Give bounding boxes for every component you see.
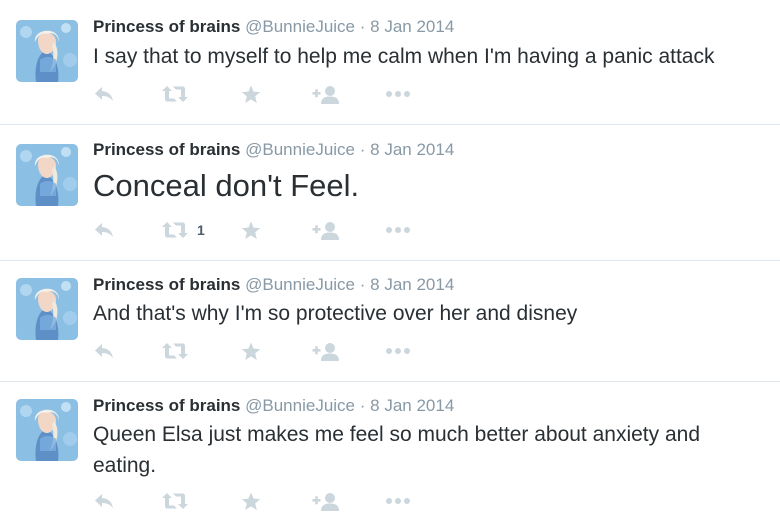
- retweet-count: 1: [197, 222, 205, 238]
- more-button[interactable]: [385, 81, 411, 107]
- tweet-text: Queen Elsa just makes me feel so much be…: [93, 423, 701, 477]
- reply-button[interactable]: [93, 217, 115, 243]
- follow-button[interactable]: [312, 488, 340, 514]
- follow-button[interactable]: [312, 81, 340, 107]
- more-icon: [385, 496, 411, 506]
- reply-icon: [93, 85, 115, 103]
- star-icon: [241, 85, 261, 104]
- tweet-header: Princess of brains @BunnieJuice · 8 Jan …: [93, 395, 454, 417]
- tweet-text: Conceal don't Feel.: [93, 168, 360, 203]
- star-icon: [241, 342, 261, 361]
- tweet[interactable]: Princess of brains @BunnieJuice · 8 Jan …: [0, 381, 780, 528]
- retweet-icon: [161, 221, 189, 239]
- retweet-icon: [161, 342, 189, 360]
- username[interactable]: @BunnieJuice: [245, 396, 355, 415]
- display-name[interactable]: Princess of brains: [93, 396, 240, 415]
- timestamp[interactable]: 8 Jan 2014: [370, 275, 454, 294]
- follow-icon: [312, 221, 340, 240]
- favorite-button[interactable]: [241, 81, 261, 107]
- separator: ·: [359, 17, 366, 36]
- follow-icon: [312, 342, 340, 361]
- avatar[interactable]: [16, 144, 78, 206]
- reply-icon: [93, 342, 115, 360]
- separator: ·: [359, 275, 366, 294]
- timestamp[interactable]: 8 Jan 2014: [370, 396, 454, 415]
- more-icon: [385, 89, 411, 99]
- more-icon: [385, 225, 411, 235]
- follow-button[interactable]: [312, 338, 340, 364]
- more-button[interactable]: [385, 338, 411, 364]
- avatar[interactable]: [16, 278, 78, 340]
- tweet[interactable]: Princess of brains @BunnieJuice · 8 Jan …: [0, 0, 780, 124]
- retweet-icon: [161, 85, 189, 103]
- follow-icon: [312, 85, 340, 104]
- reply-icon: [93, 221, 115, 239]
- tweet-header: Princess of brains @BunnieJuice · 8 Jan …: [93, 16, 454, 38]
- username[interactable]: @BunnieJuice: [245, 275, 355, 294]
- more-button[interactable]: [385, 217, 411, 243]
- favorite-button[interactable]: [241, 488, 261, 514]
- reply-button[interactable]: [93, 488, 115, 514]
- tweet[interactable]: Princess of brains @BunnieJuice · 8 Jan …: [0, 260, 780, 381]
- tweet[interactable]: Princess of brains @BunnieJuice · 8 Jan …: [0, 124, 780, 260]
- reply-icon: [93, 492, 115, 510]
- display-name[interactable]: Princess of brains: [93, 275, 240, 294]
- retweet-button[interactable]: [161, 488, 197, 514]
- timestamp[interactable]: 8 Jan 2014: [370, 17, 454, 36]
- avatar[interactable]: [16, 399, 78, 461]
- retweet-icon: [161, 492, 189, 510]
- display-name[interactable]: Princess of brains: [93, 17, 240, 36]
- separator: ·: [359, 396, 366, 415]
- retweet-button[interactable]: [161, 81, 197, 107]
- star-icon: [241, 221, 261, 240]
- favorite-button[interactable]: [241, 217, 261, 243]
- retweet-button[interactable]: [161, 338, 197, 364]
- favorite-button[interactable]: [241, 338, 261, 364]
- tweet-header: Princess of brains @BunnieJuice · 8 Jan …: [93, 139, 454, 161]
- more-button[interactable]: [385, 488, 411, 514]
- tweet-text: And that's why I'm so protective over he…: [93, 302, 578, 325]
- avatar[interactable]: [16, 20, 78, 82]
- retweet-button[interactable]: 1: [161, 217, 205, 243]
- display-name[interactable]: Princess of brains: [93, 140, 240, 159]
- follow-icon: [312, 492, 340, 511]
- tweet-text: I say that to myself to help me calm whe…: [93, 45, 715, 68]
- separator: ·: [359, 140, 366, 159]
- username[interactable]: @BunnieJuice: [245, 17, 355, 36]
- tweet-header: Princess of brains @BunnieJuice · 8 Jan …: [93, 274, 454, 296]
- timestamp[interactable]: 8 Jan 2014: [370, 140, 454, 159]
- reply-button[interactable]: [93, 338, 115, 364]
- username[interactable]: @BunnieJuice: [245, 140, 355, 159]
- follow-button[interactable]: [312, 217, 340, 243]
- more-icon: [385, 346, 411, 356]
- reply-button[interactable]: [93, 81, 115, 107]
- star-icon: [241, 492, 261, 511]
